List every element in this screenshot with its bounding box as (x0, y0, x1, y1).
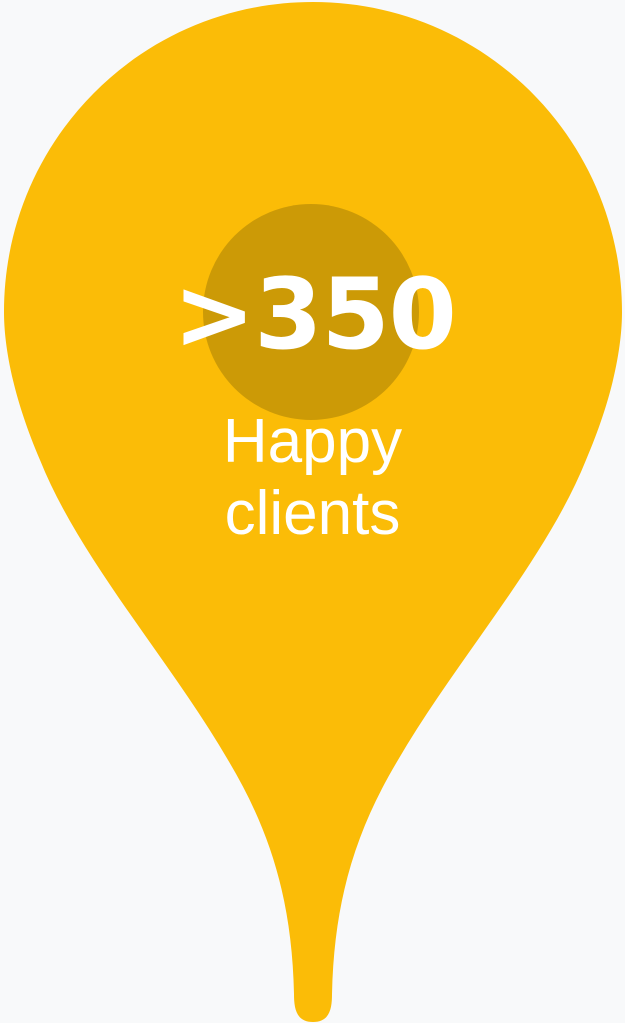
stat-label-line1: Happy (222, 407, 403, 476)
stat-card: >350 Happy clients (0, 0, 625, 1023)
stat-label-line2: clients (224, 479, 401, 548)
stat-value: >350 (173, 258, 457, 372)
stat-label: Happy clients (0, 406, 625, 550)
